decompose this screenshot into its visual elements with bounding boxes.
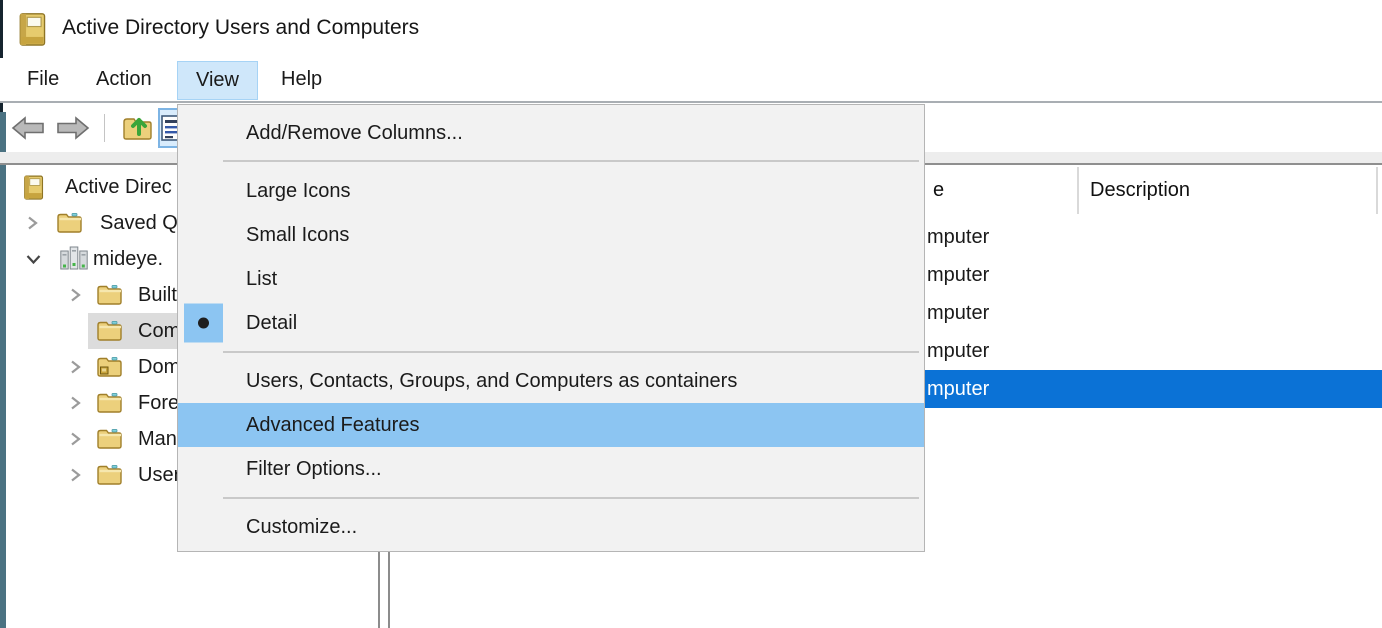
view-menu-item-advanced-features[interactable]: Advanced Features <box>178 403 924 447</box>
tree-item-dom[interactable]: Dom <box>8 349 180 385</box>
tree-item-man[interactable]: Man <box>8 421 180 457</box>
chevron-down-icon[interactable] <box>25 251 42 272</box>
menubar-item-view[interactable]: View <box>177 61 258 100</box>
column-divider-end[interactable] <box>1376 167 1378 214</box>
folder-icon <box>96 462 123 492</box>
back-icon[interactable] <box>11 115 45 146</box>
view-menu-item-small-icons[interactable]: Small Icons <box>178 213 924 257</box>
tree-item-saved-q[interactable]: Saved Q <box>8 205 180 241</box>
cell-type: mputer <box>927 332 989 370</box>
tree-item-active-direc[interactable]: Active Direc <box>8 169 180 205</box>
toolbar-separator <box>104 114 105 142</box>
tree-item-label: Fore <box>138 385 179 421</box>
folder-icon <box>96 426 123 456</box>
menu-item-label: Filter Options... <box>246 458 382 481</box>
menu-item-label: Detail <box>246 312 297 335</box>
tree-item-com[interactable]: Com <box>8 313 180 349</box>
menu-item-label: Small Icons <box>246 224 349 247</box>
chevron-right-icon[interactable] <box>68 287 82 308</box>
cell-type: mputer <box>927 294 989 332</box>
menu-item-label: Large Icons <box>246 180 351 203</box>
tree-item-label: Active Direc <box>65 169 172 205</box>
menubar-item-action[interactable]: Action <box>92 58 156 101</box>
aduc-window: Active Directory Users and Computers Fil… <box>0 0 1382 628</box>
tree-item-label: User <box>138 457 180 493</box>
menu-item-label: Customize... <box>246 516 357 539</box>
folder-icon <box>96 318 123 348</box>
folder-icon <box>96 282 123 312</box>
tree-item-label: Dom <box>138 349 180 385</box>
folder-dc-icon <box>96 354 123 384</box>
menu-separator <box>178 491 924 505</box>
chevron-right-icon[interactable] <box>68 431 82 452</box>
column-divider[interactable] <box>1077 167 1079 214</box>
tree-item-user[interactable]: User <box>8 457 180 493</box>
chevron-right-icon[interactable] <box>68 467 82 488</box>
view-menu-item-large-icons[interactable]: Large Icons <box>178 169 924 213</box>
menu-separator <box>178 345 924 359</box>
book-icon <box>23 174 45 207</box>
menu-separator <box>178 153 924 169</box>
radio-checked-icon <box>184 304 223 343</box>
up-one-level-icon[interactable] <box>120 110 154 149</box>
cell-type: mputer <box>927 218 989 256</box>
menubar-item-file[interactable]: File <box>23 58 63 101</box>
chevron-right-icon[interactable] <box>68 395 82 416</box>
pane-splitter-line-left[interactable] <box>378 552 380 628</box>
view-menu-item-customize[interactable]: Customize... <box>178 505 924 549</box>
app-icon <box>18 12 48 53</box>
column-header-description[interactable]: Description <box>1090 167 1190 214</box>
menu-bar: File Action View Help <box>0 58 1382 103</box>
menu-item-label: Add/Remove Columns... <box>246 122 463 145</box>
pane-splitter-line-right[interactable] <box>388 552 390 628</box>
folder-icon <box>96 390 123 420</box>
forward-icon[interactable] <box>56 115 90 146</box>
column-header-type[interactable]: e <box>933 167 944 214</box>
menu-item-label: Advanced Features <box>246 414 419 437</box>
tree-item-mideye[interactable]: mideye. <box>8 241 180 277</box>
folder-icon <box>56 210 83 240</box>
chevron-right-icon[interactable] <box>68 359 82 380</box>
domain-icon <box>60 246 88 278</box>
view-menu-item-users-contacts-groups-and-computers-as-con[interactable]: Users, Contacts, Groups, and Computers a… <box>178 359 924 403</box>
tree-item-label: Com <box>138 313 180 349</box>
menubar-item-help[interactable]: Help <box>277 58 326 101</box>
view-menu-item-add-remove-columns[interactable]: Add/Remove Columns... <box>178 113 924 153</box>
window-title: Active Directory Users and Computers <box>62 16 419 40</box>
menu-item-label: Users, Contacts, Groups, and Computers a… <box>246 370 737 393</box>
view-menu-item-filter-options[interactable]: Filter Options... <box>178 447 924 491</box>
menu-item-label: List <box>246 268 277 291</box>
chevron-right-icon[interactable] <box>25 215 39 236</box>
view-menu-item-detail[interactable]: Detail <box>178 301 924 345</box>
tree-item-label: Built <box>138 277 177 313</box>
tree-item-built[interactable]: Built <box>8 277 180 313</box>
view-menu-item-list[interactable]: List <box>178 257 924 301</box>
window-border-left <box>0 112 6 628</box>
cell-type: mputer <box>927 370 989 408</box>
view-menu-popup: Add/Remove Columns... Large Icons Small Ic… <box>177 104 925 552</box>
tree-item-label: Saved Q <box>100 205 178 241</box>
cell-type: mputer <box>927 256 989 294</box>
tree-item-label: Man <box>138 421 177 457</box>
tree-item-fore[interactable]: Fore <box>8 385 180 421</box>
tree-item-label: mideye. <box>93 241 163 277</box>
